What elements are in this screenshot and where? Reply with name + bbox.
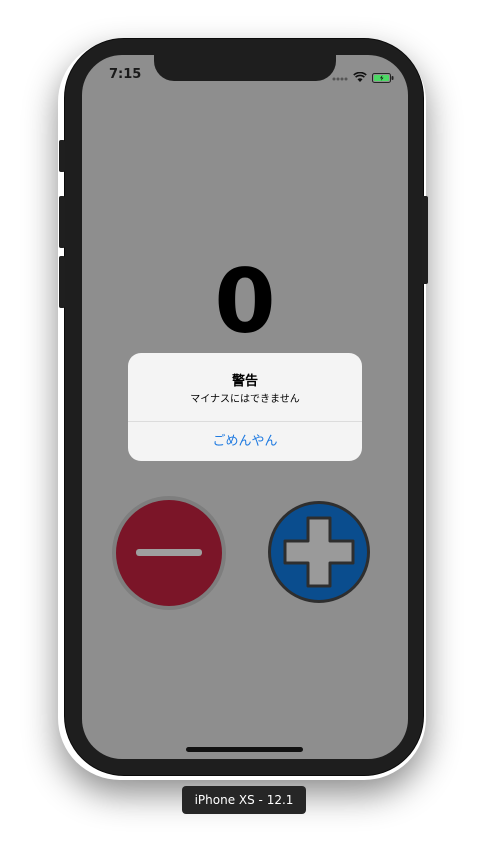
volume-down-button (59, 256, 65, 308)
notch (154, 55, 336, 81)
app-screen: 7:15 0 警告 マイナスにはできません ごめんやん (82, 55, 408, 759)
power-button (422, 196, 428, 284)
counter-value: 0 (214, 250, 276, 353)
signal-icon (332, 68, 348, 87)
silent-switch (59, 140, 65, 172)
minus-button[interactable] (116, 500, 222, 606)
alert-message: マイナスにはできません (190, 394, 300, 405)
plus-button[interactable] (268, 501, 370, 603)
status-time: 7:15 (109, 67, 142, 82)
alert-dismiss-button[interactable]: ごめんやん (128, 422, 362, 461)
minus-icon (136, 549, 202, 556)
wifi-icon (353, 68, 367, 87)
home-indicator[interactable] (186, 747, 303, 752)
device-label: iPhone XS - 12.1 (182, 786, 306, 814)
plus-icon (283, 516, 355, 588)
status-icons (332, 68, 394, 87)
volume-up-button (59, 196, 65, 248)
alert-dialog: 警告 マイナスにはできません ごめんやん (128, 353, 362, 461)
battery-icon (372, 68, 394, 87)
alert-title: 警告 (231, 374, 258, 389)
